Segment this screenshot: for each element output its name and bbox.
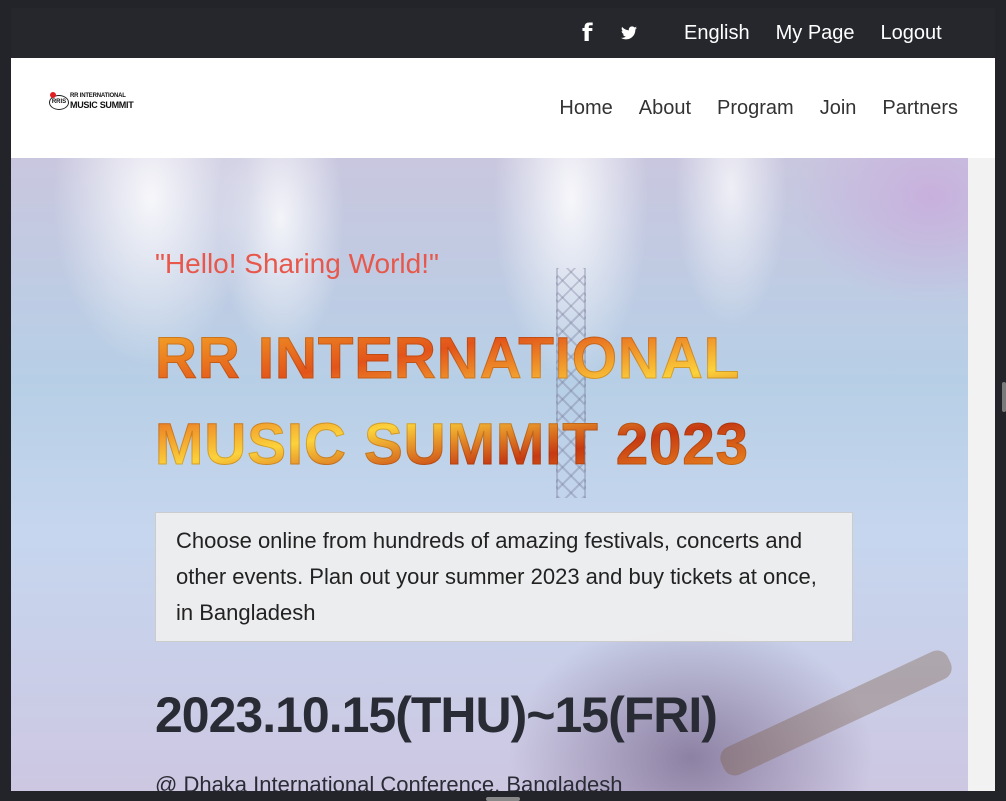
- guitar-decoration: [716, 646, 956, 780]
- hero-title-line2: MUSIC SUMMIT 2023: [155, 412, 749, 478]
- event-venue: @ Dhaka International Conference, Bangla…: [155, 772, 623, 791]
- twitter-icon[interactable]: [621, 8, 637, 58]
- my-page-link[interactable]: My Page: [776, 22, 855, 45]
- nav-menu: Home About Program Join Partners: [533, 58, 958, 158]
- hero-title: RR INTERNATIONAL MUSIC SUMMIT 2023: [155, 316, 749, 488]
- site-logo[interactable]: RRIS RR INTERNATIONAL MUSIC SUMMIT: [48, 90, 134, 112]
- logo-dot-icon: [50, 92, 56, 98]
- language-link[interactable]: English: [684, 22, 750, 45]
- logo-line1: RR INTERNATIONAL: [70, 93, 126, 99]
- nav-item-home[interactable]: Home: [559, 97, 612, 120]
- hero-section: "Hello! Sharing World!" RR INTERNATIONAL…: [11, 158, 968, 791]
- hero-description: Choose online from hundreds of amazing f…: [155, 512, 853, 642]
- event-date: 2023.10.15(THU)~15(FRI): [155, 687, 718, 743]
- nav-item-join[interactable]: Join: [820, 97, 857, 120]
- top-utility-bar: f English My Page Logout: [11, 8, 995, 58]
- scrollbar-handle[interactable]: [1002, 382, 1006, 412]
- hero-tagline: "Hello! Sharing World!": [155, 248, 439, 279]
- main-navigation: RRIS RR INTERNATIONAL MUSIC SUMMIT Home …: [11, 58, 995, 158]
- utility-links: English My Page Logout: [684, 8, 968, 58]
- facebook-icon[interactable]: f: [582, 8, 592, 58]
- logout-link[interactable]: Logout: [881, 22, 942, 45]
- logo-line2: MUSIC SUMMIT: [70, 100, 134, 110]
- bottom-scroll-handle[interactable]: [486, 797, 520, 801]
- hero-title-line1: RR INTERNATIONAL: [155, 326, 741, 392]
- nav-item-program[interactable]: Program: [717, 97, 794, 120]
- right-gutter: [968, 158, 995, 791]
- nav-item-about[interactable]: About: [639, 97, 691, 120]
- nav-item-partners[interactable]: Partners: [882, 97, 958, 120]
